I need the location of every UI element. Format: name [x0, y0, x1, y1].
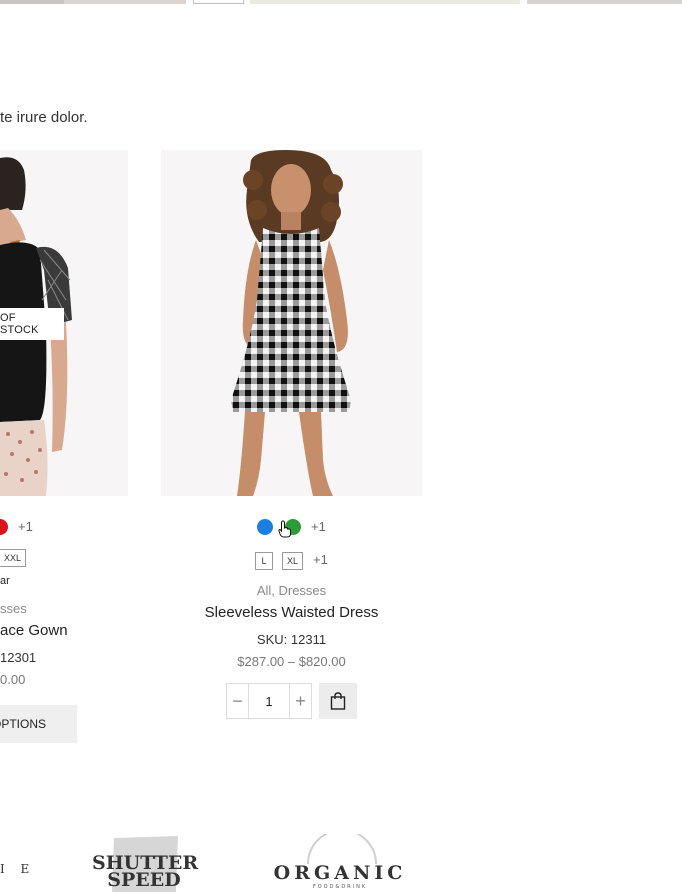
section-intro-text: te irure dolor. [0, 109, 88, 126]
top-thumbnail-strip [0, 0, 682, 4]
color-swatch-blue[interactable] [257, 519, 273, 535]
brand-shutter-line2: SPEED [107, 869, 181, 891]
size-option-xl[interactable]: XL [282, 552, 303, 570]
product-price: 0.00 [0, 672, 26, 687]
brand-organic-subtitle: FOOD&DRINK [312, 884, 368, 890]
strip-thumb-3[interactable] [193, 0, 244, 4]
qty-input[interactable]: 1 [248, 684, 290, 718]
product-sku: SKU: 12311 [256, 632, 327, 647]
size-option-l[interactable]: L [255, 552, 273, 570]
shopping-bag-icon [330, 692, 346, 710]
add-to-cart-button[interactable] [319, 683, 357, 719]
size-more-count[interactable]: +1 [313, 552, 328, 567]
product-name-link[interactable]: ace Gown [0, 622, 68, 639]
brand-logo-organic[interactable]: ORGANIC FOOD&DRINK [272, 834, 408, 894]
product-attribute-text: ar [0, 575, 10, 587]
size-option-xxl[interactable]: XXL [0, 549, 26, 567]
swatch-more-count[interactable]: +1 [18, 519, 33, 534]
brand-logo-partial[interactable]: I E [0, 862, 35, 876]
hand-cursor-icon [278, 520, 291, 538]
product-image-sleeveless-dress[interactable] [161, 150, 422, 496]
brand-organic-title: ORGANIC [273, 862, 407, 884]
select-options-button[interactable]: OPTIONS [0, 705, 77, 743]
color-swatch-red[interactable] [0, 519, 8, 535]
product-category-link[interactable]: All, Dresses [161, 583, 422, 598]
qty-increase-button[interactable]: + [290, 684, 311, 718]
strip-thumb-1[interactable] [0, 0, 64, 4]
product-name-link[interactable]: Sleeveless Waisted Dress [161, 604, 422, 621]
brand-logo-shutter-speed[interactable]: SHUTTER SPEED [92, 834, 198, 894]
product-price: $287.00 – $820.00 [237, 654, 346, 669]
product-sku: 12301 [0, 650, 37, 665]
quantity-stepper: − 1 + [226, 683, 312, 719]
swatch-more-count[interactable]: +1 [311, 519, 326, 534]
strip-thumb-5[interactable] [527, 0, 682, 4]
strip-thumb-4[interactable] [250, 0, 520, 4]
qty-decrease-button[interactable]: − [227, 684, 248, 718]
product-category-link[interactable]: sses [0, 601, 27, 616]
out-of-stock-badge: OF STOCK [0, 308, 64, 340]
strip-thumb-2[interactable] [64, 0, 186, 4]
model-photo-right [161, 150, 422, 496]
